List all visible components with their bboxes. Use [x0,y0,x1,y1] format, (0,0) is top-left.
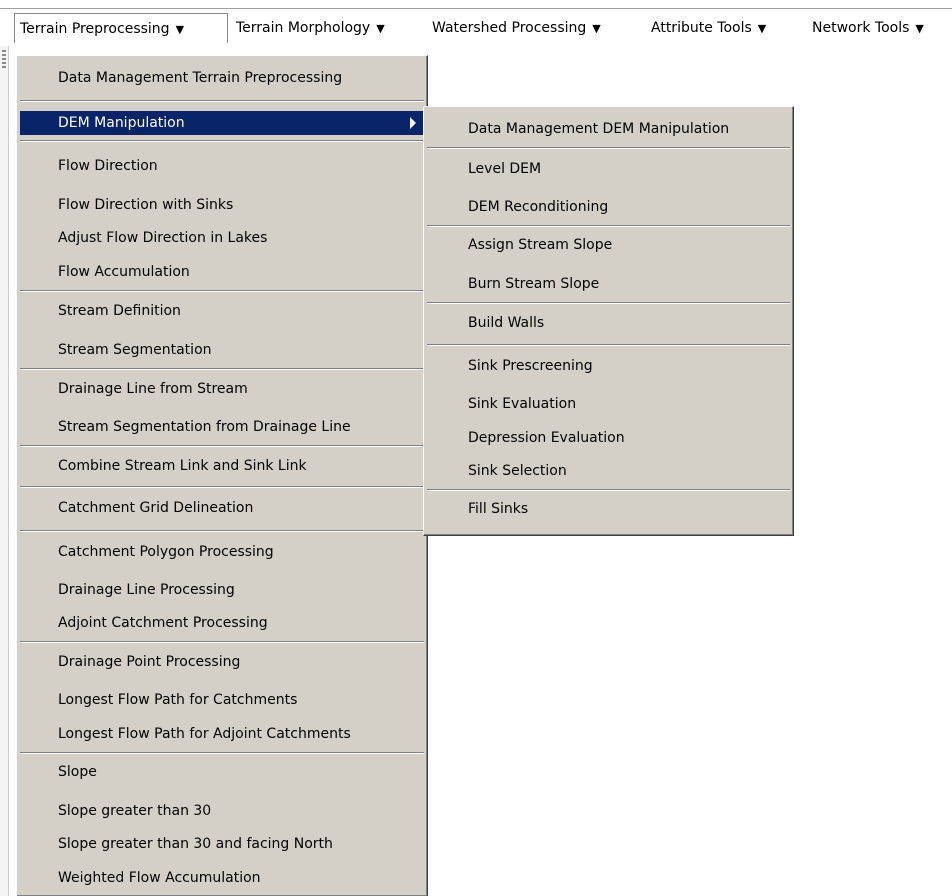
menu-separator [427,147,790,149]
menu-item-dem-manipulation[interactable]: DEM Manipulation [20,111,424,135]
menu-separator [20,140,424,142]
menu-separator [427,344,790,346]
menu-item-slope-greater-than-30-and-facing-north[interactable]: Slope greater than 30 and facing North [20,832,424,856]
menu-item-slope[interactable]: Slope [20,760,424,784]
menu-watershed-processing[interactable]: Watershed Processing ▼ [432,13,601,43]
menu-label: Terrain Morphology [236,20,371,36]
menu-item-data-management-terrain-preprocessing[interactable]: Data Management Terrain Preprocessing [20,66,424,90]
menu-label: Network Tools [812,20,910,36]
menu-bar: Terrain Preprocessing ▼ Terrain Morpholog… [0,0,952,46]
dropdown-arrow-icon: ▼ [915,22,924,35]
menu-label: Attribute Tools [651,20,752,36]
menu-separator [20,486,424,488]
menu-item-sink-selection[interactable]: Sink Selection [427,459,790,483]
menu-separator [20,100,424,102]
menu-separator [427,225,790,227]
menu-item-label: DEM Manipulation [58,115,185,131]
dropdown-arrow-icon: ▼ [592,22,601,35]
menu-item-slope-greater-than-30[interactable]: Slope greater than 30 [20,799,424,823]
terrain-preprocessing-dropdown: Data Management Terrain Preprocessing DE… [16,55,428,896]
menu-item-sink-evaluation[interactable]: Sink Evaluation [427,392,790,416]
menu-item-longest-flow-path-for-adjoint-catchments[interactable]: Longest Flow Path for Adjoint Catchments [20,722,424,746]
menu-item-flow-direction[interactable]: Flow Direction [20,154,424,178]
submenu-arrow-icon [410,117,416,129]
menu-item-drainage-point-processing[interactable]: Drainage Point Processing [20,650,424,674]
menu-item-dem-reconditioning[interactable]: DEM Reconditioning [427,195,790,219]
menu-item-adjoint-catchment-processing[interactable]: Adjoint Catchment Processing [20,611,424,635]
menu-separator [427,489,790,491]
menu-item-burn-stream-slope[interactable]: Burn Stream Slope [427,272,790,296]
menu-item-flow-direction-with-sinks[interactable]: Flow Direction with Sinks [20,193,424,217]
menu-item-adjust-flow-direction-in-lakes[interactable]: Adjust Flow Direction in Lakes [20,226,424,250]
menu-item-stream-segmentation-from-drainage-line[interactable]: Stream Segmentation from Drainage Line [20,415,424,439]
menu-network-tools[interactable]: Network Tools ▼ [812,13,924,43]
menu-item-level-dem[interactable]: Level DEM [427,157,790,181]
menu-item-catchment-polygon-processing[interactable]: Catchment Polygon Processing [20,540,424,564]
menu-separator [427,302,790,304]
menu-terrain-morphology[interactable]: Terrain Morphology ▼ [236,13,385,43]
menu-item-catchment-grid-delineation[interactable]: Catchment Grid Delineation [20,496,424,520]
dem-manipulation-submenu: Data Management DEM Manipulation Level D… [423,106,794,536]
menu-item-stream-definition[interactable]: Stream Definition [20,299,424,323]
menu-separator [20,641,424,643]
dropdown-arrow-icon: ▼ [757,22,767,35]
menu-item-assign-stream-slope[interactable]: Assign Stream Slope [427,233,790,257]
menu-separator [20,290,424,292]
menu-item-fill-sinks[interactable]: Fill Sinks [427,497,790,521]
menu-item-drainage-line-processing[interactable]: Drainage Line Processing [20,578,424,602]
window-left-edge [0,46,9,896]
menu-label: Terrain Preprocessing [20,21,170,37]
toolbar-grip-icon[interactable] [2,50,6,68]
menu-separator [20,530,424,532]
menu-item-flow-accumulation[interactable]: Flow Accumulation [20,260,424,284]
menu-item-longest-flow-path-for-catchments[interactable]: Longest Flow Path for Catchments [20,688,424,712]
menu-bar-border [0,8,952,9]
menu-item-stream-segmentation[interactable]: Stream Segmentation [20,338,424,362]
menu-attribute-tools[interactable]: Attribute Tools ▼ [651,13,766,43]
menu-item-depression-evaluation[interactable]: Depression Evaluation [427,426,790,450]
menu-item-drainage-line-from-stream[interactable]: Drainage Line from Stream [20,377,424,401]
menu-item-build-walls[interactable]: Build Walls [427,311,790,335]
menu-separator [20,368,424,370]
menu-item-weighted-flow-accumulation[interactable]: Weighted Flow Accumulation [20,866,424,890]
dropdown-arrow-icon: ▼ [175,23,185,36]
menu-separator [20,445,424,447]
menu-item-data-management-dem-manipulation[interactable]: Data Management DEM Manipulation [427,117,790,141]
dropdown-arrow-icon: ▼ [376,22,385,35]
menu-separator [20,752,424,754]
menu-label: Watershed Processing [432,20,587,36]
menu-item-sink-prescreening[interactable]: Sink Prescreening [427,354,790,378]
menu-item-combine-stream-link-and-sink-link[interactable]: Combine Stream Link and Sink Link [20,454,424,478]
menu-terrain-preprocessing[interactable]: Terrain Preprocessing ▼ [14,13,228,43]
